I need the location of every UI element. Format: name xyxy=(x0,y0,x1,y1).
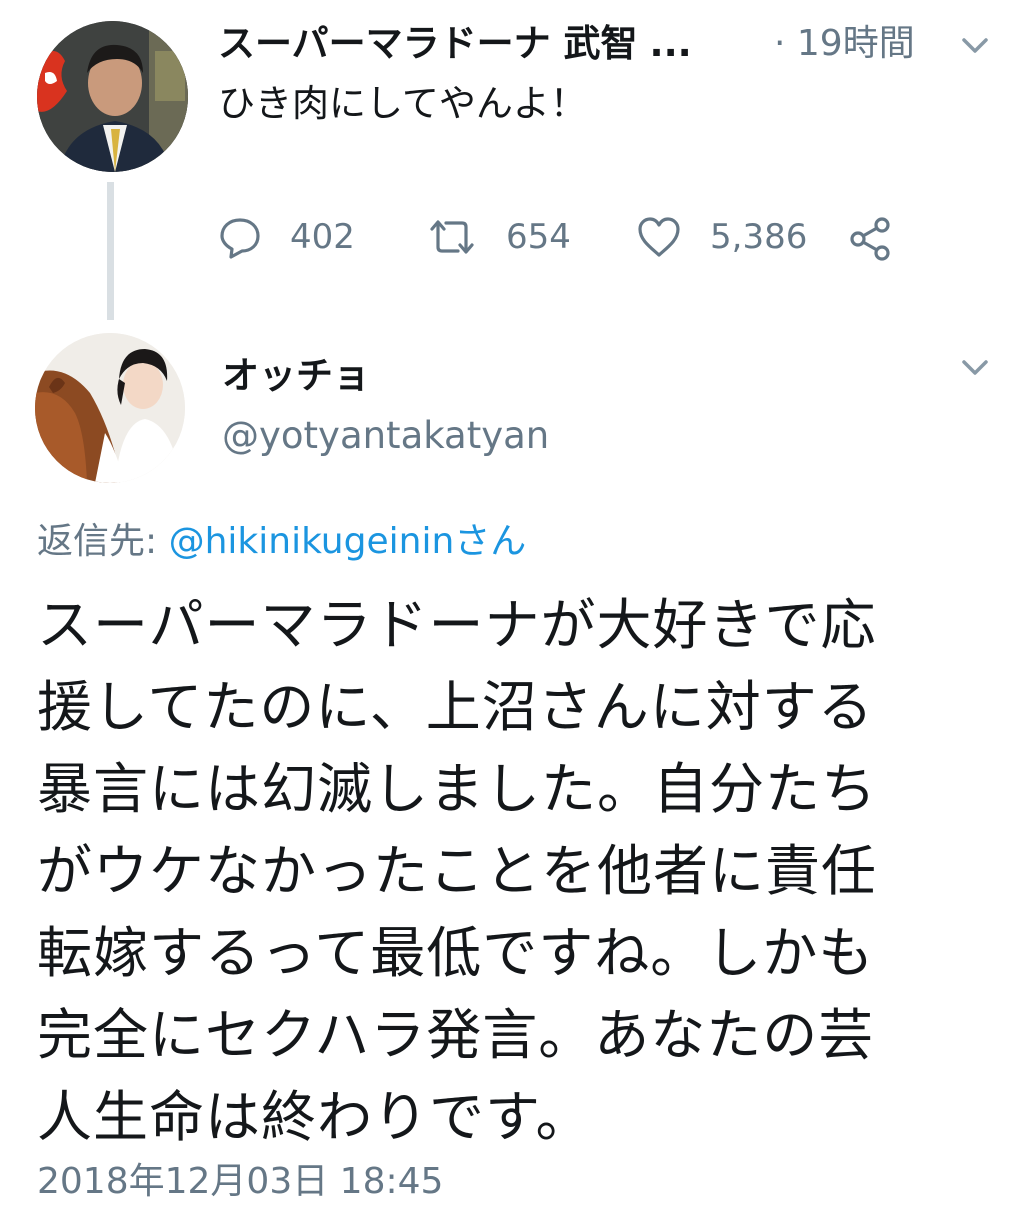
tweet1-menu-button[interactable] xyxy=(958,28,992,62)
share-button[interactable] xyxy=(848,214,894,264)
tweet2-text-line: 人生命は終わりです。 xyxy=(37,1085,592,1149)
tweet1-name-ellipsis: ... xyxy=(649,22,692,65)
retweet-icon xyxy=(430,220,474,254)
tweet1-display-name[interactable]: スーパーマラドーナ 武智 xyxy=(218,22,638,65)
retweet-count: 654 xyxy=(506,217,571,257)
tweet2-text-line: 暴言には幻滅しました。自分たち xyxy=(37,757,878,821)
tweet2-menu-button[interactable] xyxy=(958,350,992,384)
tweet1-timestamp[interactable]: · 19時間 xyxy=(774,18,915,70)
reply-prefix: 返信先: xyxy=(37,521,169,562)
tweet1-text: ひき肉にしてやんよ！ xyxy=(218,82,587,125)
tweet2-text-line: 完全にセクハラ発言。あなたの芸 xyxy=(37,1003,875,1067)
reply-count: 402 xyxy=(290,217,355,257)
avatar-occho[interactable] xyxy=(35,333,185,483)
tweet2-handle[interactable]: @yotyantakatyan xyxy=(222,410,549,462)
retweet-button[interactable]: 654 xyxy=(426,212,571,262)
reply-to-link[interactable]: @hikinikugeinin xyxy=(169,521,455,562)
tweet2-date: 2018年12月03日 18:45 xyxy=(37,1161,444,1202)
reply-suffix[interactable]: さん xyxy=(454,521,526,562)
tweet2-text-line: スーパーマラドーナが大好きで応 xyxy=(37,593,877,657)
tweet2-text: スーパーマラドーナが大好きで応 援してたのに、上沼さんに対する 暴言には幻滅しま… xyxy=(37,584,997,1158)
tweet1-author[interactable]: スーパーマラドーナ 武智... xyxy=(218,18,692,70)
reply-button[interactable]: 402 xyxy=(218,212,355,262)
like-button[interactable]: 5,386 xyxy=(636,212,807,262)
tweet2-text-line: 援してたのに、上沼さんに対する xyxy=(37,675,874,739)
tweet2-text-line: がウケなかったことを他者に責任 xyxy=(37,839,878,903)
heart-icon xyxy=(638,217,680,257)
thread-connector-line xyxy=(107,182,114,320)
tweet2-display-name[interactable]: オッチョ xyxy=(222,350,370,402)
tweet2-text-line: 転嫁するって最低ですね。しかも xyxy=(37,921,875,985)
like-count: 5,386 xyxy=(710,217,808,257)
chevron-down-icon xyxy=(962,360,988,375)
share-icon xyxy=(850,217,890,261)
reply-icon xyxy=(220,218,260,259)
reply-context: 返信先: @hikinikugeininさん xyxy=(37,516,526,568)
avatar-takechi[interactable] xyxy=(37,21,188,172)
chevron-down-icon xyxy=(962,38,988,53)
